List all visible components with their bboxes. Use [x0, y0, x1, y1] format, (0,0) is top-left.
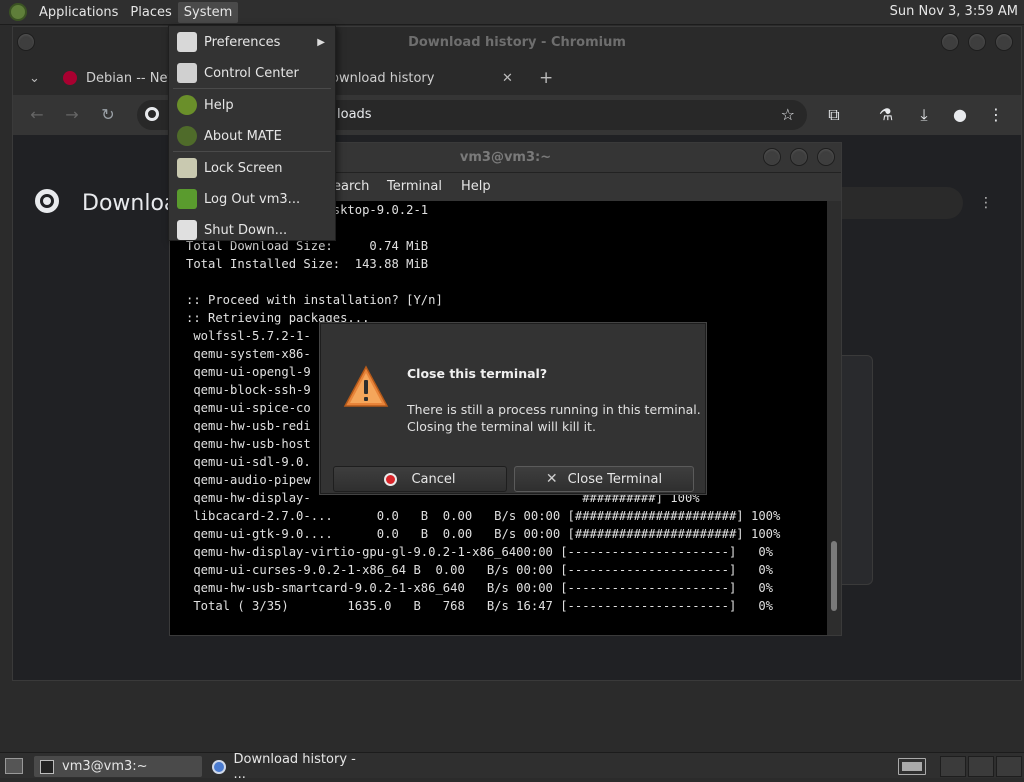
taskbar-item-label: vm3@vm3:~ [62, 759, 148, 774]
chromium-titlebar[interactable]: Download history - Chromium [13, 27, 1021, 59]
new-tab-icon[interactable]: + [539, 61, 553, 95]
tab-download-history[interactable]: ownload history [331, 61, 434, 95]
terminal-icon [40, 759, 54, 774]
debian-favicon-icon [63, 71, 77, 85]
shut-down-icon [177, 220, 197, 240]
preferences-icon [177, 32, 197, 52]
search-menu[interactable]: earch [333, 179, 369, 194]
labs-flask-icon[interactable]: ⚗ [875, 105, 897, 124]
bottom-panel: vm3@vm3:~ Download history - ... [0, 752, 1024, 782]
menu-item-label: Log Out vm3... [204, 191, 301, 207]
chromium-logo-icon [35, 189, 59, 213]
terminal-line: qemu-hw-usb-smartcard-9.0.2-1-x86_640 B/… [186, 581, 773, 595]
chromium-window-title: Download history - Chromium [408, 35, 626, 50]
show-desktop-icon[interactable] [5, 758, 23, 774]
cancel-button-label: Cancel [411, 471, 456, 487]
menu-item-label: Lock Screen [204, 160, 283, 176]
menu-item-help[interactable]: Help [169, 91, 335, 119]
places-menu[interactable]: Places [124, 2, 177, 23]
maximize-button[interactable] [790, 148, 808, 166]
taskbar-item-label: Download history - ... [233, 751, 356, 782]
terminal-line: :: Proceed with installation? [Y/n] [186, 293, 443, 307]
dialog-message: Closing the terminal will kill it. [407, 419, 596, 434]
back-icon[interactable]: ← [26, 105, 48, 124]
lock-screen-icon [177, 158, 197, 178]
bookmark-star-icon[interactable]: ☆ [781, 105, 795, 124]
maximize-button[interactable] [968, 33, 986, 51]
menu-item-label: Preferences [204, 34, 281, 50]
help-menu[interactable]: Help [461, 179, 491, 194]
page-menu-icon[interactable]: ⋮ [979, 195, 993, 211]
system-menu[interactable]: System [177, 1, 239, 23]
tab-debian[interactable]: Debian -- Netw [63, 61, 183, 95]
workspace-3[interactable] [996, 756, 1022, 777]
minimize-button[interactable] [941, 33, 959, 51]
address-bar-text: loads [337, 107, 372, 122]
forward-icon[interactable]: → [61, 105, 83, 124]
close-tab-icon[interactable]: ✕ [502, 61, 513, 95]
chrome-menu-icon[interactable]: ⋮ [985, 105, 1007, 124]
menu-separator [173, 88, 331, 89]
menu-item-label: About MATE [204, 128, 282, 144]
mate-logo-icon[interactable] [9, 3, 27, 21]
menu-item-label: Control Center [204, 65, 299, 81]
workspace-2[interactable] [968, 756, 994, 777]
taskbar-item-chromium[interactable]: Download history - ... [206, 752, 366, 782]
close-terminal-dialog: Close this terminal? There is still a pr… [320, 323, 706, 494]
clock[interactable]: Sun Nov 3, 3:59 AM [890, 4, 1018, 19]
close-window-button[interactable] [995, 33, 1013, 51]
terminal-line: Total ( 3/35) 1635.0 B 768 B/s 16:47 [--… [186, 599, 773, 613]
dialog-heading: Close this terminal? [407, 366, 548, 381]
warning-icon [343, 365, 389, 407]
menu-separator [173, 151, 331, 152]
menu-item-preferences[interactable]: Preferences ▶ [169, 28, 335, 56]
top-panel: Applications Places System Sun Nov 3, 3:… [0, 0, 1024, 25]
menu-item-about-mate[interactable]: About MATE [169, 122, 335, 150]
close-window-button[interactable] [817, 148, 835, 166]
menu-item-control-center[interactable]: Control Center [169, 59, 335, 87]
help-icon [177, 95, 197, 115]
terminal-line: libcacard-2.7.0-... 0.0 B 0.00 B/s 00:00… [186, 509, 781, 523]
taskbar-item-terminal[interactable]: vm3@vm3:~ [34, 756, 202, 777]
cancel-button[interactable]: Cancel [333, 466, 507, 492]
terminal-line: qemu-hw-display-virtio-gpu-gl-9.0.2-1-x8… [186, 545, 773, 559]
menu-item-log-out[interactable]: Log Out vm3... [169, 185, 335, 213]
tab-list-chevron-icon[interactable]: ⌄ [29, 61, 40, 95]
tab-strip: ⌄ Debian -- Netw ownload history ✕ + [13, 59, 1021, 95]
terminal-scrollbar[interactable] [827, 201, 841, 635]
terminal-menu[interactable]: Terminal [387, 179, 442, 194]
control-center-icon [177, 63, 197, 83]
about-mate-icon [177, 126, 197, 146]
submenu-arrow-icon: ▶ [317, 36, 325, 48]
extensions-icon[interactable]: ⧉ [823, 105, 845, 125]
menu-item-label: Help [204, 97, 234, 113]
close-icon: ✕ [545, 471, 558, 487]
applications-menu[interactable]: Applications [33, 2, 124, 23]
chromium-site-icon [145, 107, 159, 121]
cancel-icon [384, 472, 398, 486]
minimize-button[interactable] [763, 148, 781, 166]
browser-toolbar: ← → ↻ loads ☆ ⧉ ⚗ ⤓ ● ⋮ [13, 95, 1021, 135]
log-out-icon [177, 189, 197, 209]
terminal-line: Total Installed Size: 143.88 MiB [186, 257, 429, 271]
terminal-line: qemu-ui-gtk-9.0.... 0.0 B 0.00 B/s 00:00… [186, 527, 781, 541]
terminal-line: qemu-ui-curses-9.0.2-1-x86_64 B 0.00 B/s… [186, 563, 773, 577]
menu-item-label: Shut Down... [204, 222, 288, 238]
dialog-message: There is still a process running in this… [407, 402, 701, 417]
reload-icon[interactable]: ↻ [97, 105, 119, 124]
workspace-1[interactable] [940, 756, 966, 777]
display-tray-icon[interactable] [898, 758, 926, 775]
system-menu-dropdown: Preferences ▶ Control Center Help About … [168, 25, 336, 241]
close-terminal-button[interactable]: ✕ Close Terminal [514, 466, 694, 492]
scrollbar-thumb[interactable] [831, 541, 837, 611]
close-terminal-button-label: Close Terminal [567, 471, 663, 487]
tab-label: ownload history [331, 70, 435, 86]
chromium-icon [212, 759, 226, 774]
menu-item-lock-screen[interactable]: Lock Screen [169, 154, 335, 182]
menu-item-shut-down[interactable]: Shut Down... [169, 216, 335, 244]
profile-icon[interactable]: ● [949, 105, 971, 124]
downloads-icon[interactable]: ⤓ [913, 105, 935, 125]
